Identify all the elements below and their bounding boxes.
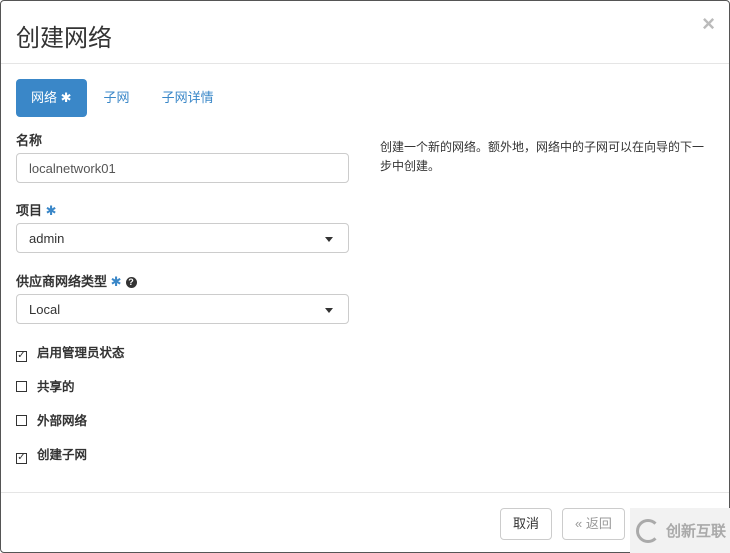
provider-type-label: 供应商网络类型 ✱?: [16, 271, 137, 290]
label-text: 项目: [16, 203, 43, 218]
help-text: 创建一个新的网络。额外地，网络中的子网可以在向导的下一步中创建。: [380, 140, 705, 173]
watermark-text: 创新互联: [666, 523, 727, 540]
project-select[interactable]: admin: [16, 223, 349, 253]
name-input[interactable]: localnetwork01: [16, 153, 349, 183]
name-value: localnetwork01: [29, 161, 116, 176]
checkbox-create-subnet[interactable]: ✓ 创建子网: [16, 444, 87, 464]
checkbox-icon[interactable]: [16, 415, 27, 426]
checkbox-label: 共享的: [37, 380, 75, 394]
project-label: 项目 ✱: [16, 200, 57, 219]
wizard-tabs: 网络 ✱ 子网 子网详情: [16, 79, 231, 117]
project-value: admin: [29, 231, 65, 246]
label-text: 供应商网络类型: [16, 274, 108, 289]
checkbox-label: 启用管理员状态: [37, 346, 125, 360]
checkbox-label: 创建子网: [37, 448, 88, 462]
tab-label: 网络: [31, 90, 58, 105]
checkbox-external-network[interactable]: 外部网络: [16, 410, 87, 429]
checkbox-icon[interactable]: [16, 381, 27, 392]
provider-type-value: Local: [29, 302, 61, 317]
name-label: 名称: [16, 133, 43, 148]
cancel-button[interactable]: 取消: [500, 508, 553, 540]
close-icon[interactable]: ×: [702, 11, 715, 37]
checkbox-admin-state[interactable]: ✓ 启用管理员状态: [16, 342, 125, 362]
caret-down-icon: [325, 237, 333, 246]
required-icon: ✱: [45, 203, 57, 218]
tab-network[interactable]: 网络 ✱: [16, 79, 87, 117]
checkbox-icon[interactable]: ✓: [16, 453, 27, 464]
required-icon: ✱: [110, 274, 122, 289]
dialog-footer: [1, 492, 729, 493]
help-icon[interactable]: ?: [125, 277, 137, 288]
caret-down-icon: [325, 308, 333, 317]
back-button[interactable]: « 返回: [562, 508, 625, 540]
tab-subnet-details[interactable]: 子网详情: [147, 79, 229, 117]
required-icon: ✱: [60, 90, 72, 105]
provider-type-select[interactable]: Local: [16, 294, 349, 324]
dialog-title: 创建网络: [16, 25, 112, 52]
checkbox-label: 外部网络: [37, 414, 88, 428]
logo-icon: [636, 518, 660, 543]
dialog-header: 创建网络 ×: [1, 1, 729, 64]
checkbox-icon[interactable]: ✓: [16, 351, 27, 362]
watermark-logo: 创新互联: [630, 508, 730, 553]
tab-subnet[interactable]: 子网: [89, 79, 145, 117]
checkbox-shared[interactable]: 共享的: [16, 376, 75, 395]
